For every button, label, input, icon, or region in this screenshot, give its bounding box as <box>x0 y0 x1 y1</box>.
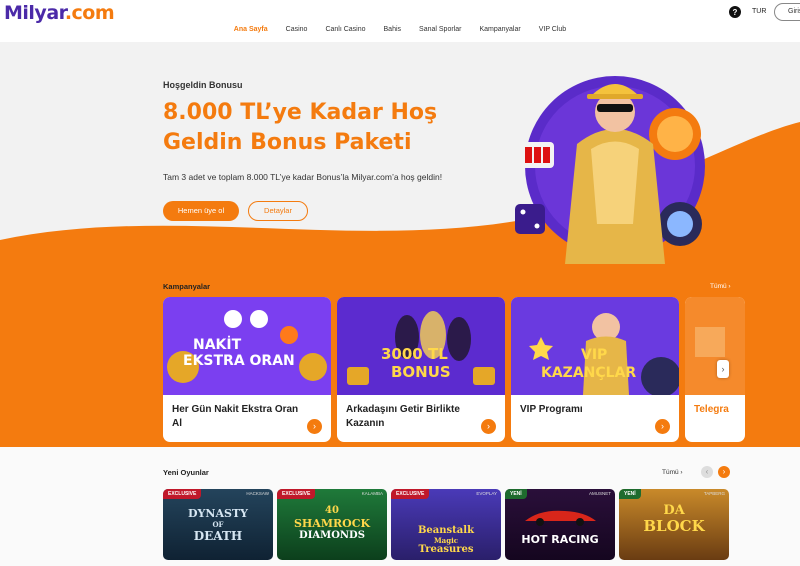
top-bar: Milyar.com Ana Sayfa Casino Canlı Casino… <box>0 0 800 42</box>
campaign-card[interactable]: 3000 TL BONUS Arkadaşını Getir Birlikte … <box>337 297 505 442</box>
nav-bahis[interactable]: Bahis <box>375 26 411 33</box>
game-art-text: BLOCK <box>643 517 705 535</box>
game-art-text: 40 <box>325 505 339 516</box>
game-tile[interactable]: EXCLUSIVE HACKSAW DYNASTY OF DEATH <box>163 489 273 560</box>
campaigns-title: Kampanyalar <box>163 282 211 291</box>
campaign-title: Her Gün Nakit Ekstra Oran Al <box>172 404 299 429</box>
campaign-title: Telegra <box>694 404 729 415</box>
games-see-all-link[interactable]: Tümü › <box>662 469 683 476</box>
provider-label: EVOPLAY <box>476 491 497 496</box>
milyar-logo[interactable]: Milyar.com <box>4 2 115 24</box>
campaign-card[interactable]: NAKİT EKSTRA ORAN Her Gün Nakit Ekstra O… <box>163 297 331 442</box>
exclusive-badge: EXCLUSIVE <box>163 489 202 499</box>
new-games-title: Yeni Oyunlar <box>163 468 209 477</box>
hero-title: 8.000 TL’ye Kadar Hoş Geldin Bonus Paket… <box>163 100 438 155</box>
help-icon[interactable]: ? <box>729 6 741 18</box>
nav-sanal-sporlar[interactable]: Sanal Sporlar <box>410 26 470 33</box>
provider-label: AMUSNET <box>588 491 611 496</box>
join-now-button[interactable]: Hemen üye ol <box>163 201 239 221</box>
chevron-right-icon[interactable]: › <box>307 419 322 434</box>
exclusive-badge: EXCLUSIVE <box>277 489 316 499</box>
nav-kampanyalar[interactable]: Kampanyalar <box>470 26 529 33</box>
new-badge: YENİ <box>505 489 527 499</box>
exclusive-badge: EXCLUSIVE <box>391 489 430 499</box>
game-art-text: DEATH <box>193 529 243 543</box>
hero-kicker: Hoşgeldin Bonusu <box>163 80 243 90</box>
games-prev-button[interactable]: ‹ <box>701 466 713 478</box>
game-tile[interactable]: EXCLUSIVE EVOPLAY Beanstalk Magic Treasu… <box>391 489 501 560</box>
game-art-text: Beanstalk <box>417 525 475 536</box>
chevron-right-icon[interactable]: › <box>655 419 670 434</box>
game-tile[interactable]: EXCLUSIVE KALAMBA 40 SHAMROCK DIAMONDS <box>277 489 387 560</box>
main-nav: Ana Sayfa Casino Canlı Casino Bahis Sana… <box>0 26 800 33</box>
campaign-title: VIP Programı <box>520 404 583 415</box>
new-badge: YENİ <box>619 489 641 499</box>
campaign-card-art <box>163 297 331 395</box>
game-art-text: HOT RACING <box>521 533 599 546</box>
campaign-card[interactable]: VIP KAZANÇLAR VIP Programı › <box>511 297 679 442</box>
game-art-text: SHAMROCK <box>293 517 371 530</box>
campaign-title: Arkadaşını Getir Birlikte Kazanın <box>346 404 460 429</box>
campaigns-next-button[interactable]: › <box>717 360 729 378</box>
nav-canli-casino[interactable]: Canlı Casino <box>316 26 374 33</box>
game-art-text: DYNASTY <box>188 507 248 520</box>
game-art-text: OF <box>212 520 224 529</box>
game-art-text: Treasures <box>418 544 474 555</box>
provider-label: HACKSAW <box>246 491 269 496</box>
details-button[interactable]: Detaylar <box>248 201 308 221</box>
provider-label: TAPBERG <box>703 491 725 496</box>
game-tile[interactable]: YENİ AMUSNET HOT RACING <box>505 489 615 560</box>
hero-subtitle: Tam 3 adet ve toplam 8.000 TL’ye kadar B… <box>163 172 443 182</box>
login-button[interactable]: Giriş <box>774 3 800 21</box>
game-tile[interactable]: YENİ TAPBERG DA BLOCK <box>619 489 729 560</box>
game-art-text: DIAMONDS <box>299 530 365 541</box>
campaign-art-text-1: NAKİT <box>193 337 242 353</box>
nav-casino[interactable]: Casino <box>277 26 317 33</box>
campaign-card-art <box>685 297 745 395</box>
nav-ana-sayfa[interactable]: Ana Sayfa <box>225 26 277 33</box>
provider-label: KALAMBA <box>361 491 383 496</box>
game-art-text: DA <box>663 503 685 518</box>
campaign-art-text-1: VIP <box>581 347 608 363</box>
campaign-art-text-2: KAZANÇLAR <box>541 365 637 381</box>
campaign-card[interactable]: Telegra <box>685 297 745 442</box>
games-next-button[interactable]: › <box>718 466 730 478</box>
campaign-art-text-2: EKSTRA ORAN <box>183 353 295 369</box>
campaign-art-text-1: 3000 TL <box>381 345 448 363</box>
nav-vip-club[interactable]: VIP Club <box>530 26 576 33</box>
chevron-right-icon[interactable]: › <box>481 419 496 434</box>
race-car-illustration <box>525 510 596 526</box>
language-selector[interactable]: TUR <box>752 8 766 15</box>
campaign-art-text-2: BONUS <box>391 363 451 381</box>
campaigns-see-all-link[interactable]: Tümü › <box>710 283 731 290</box>
hero-mascot-illustration <box>515 76 705 264</box>
